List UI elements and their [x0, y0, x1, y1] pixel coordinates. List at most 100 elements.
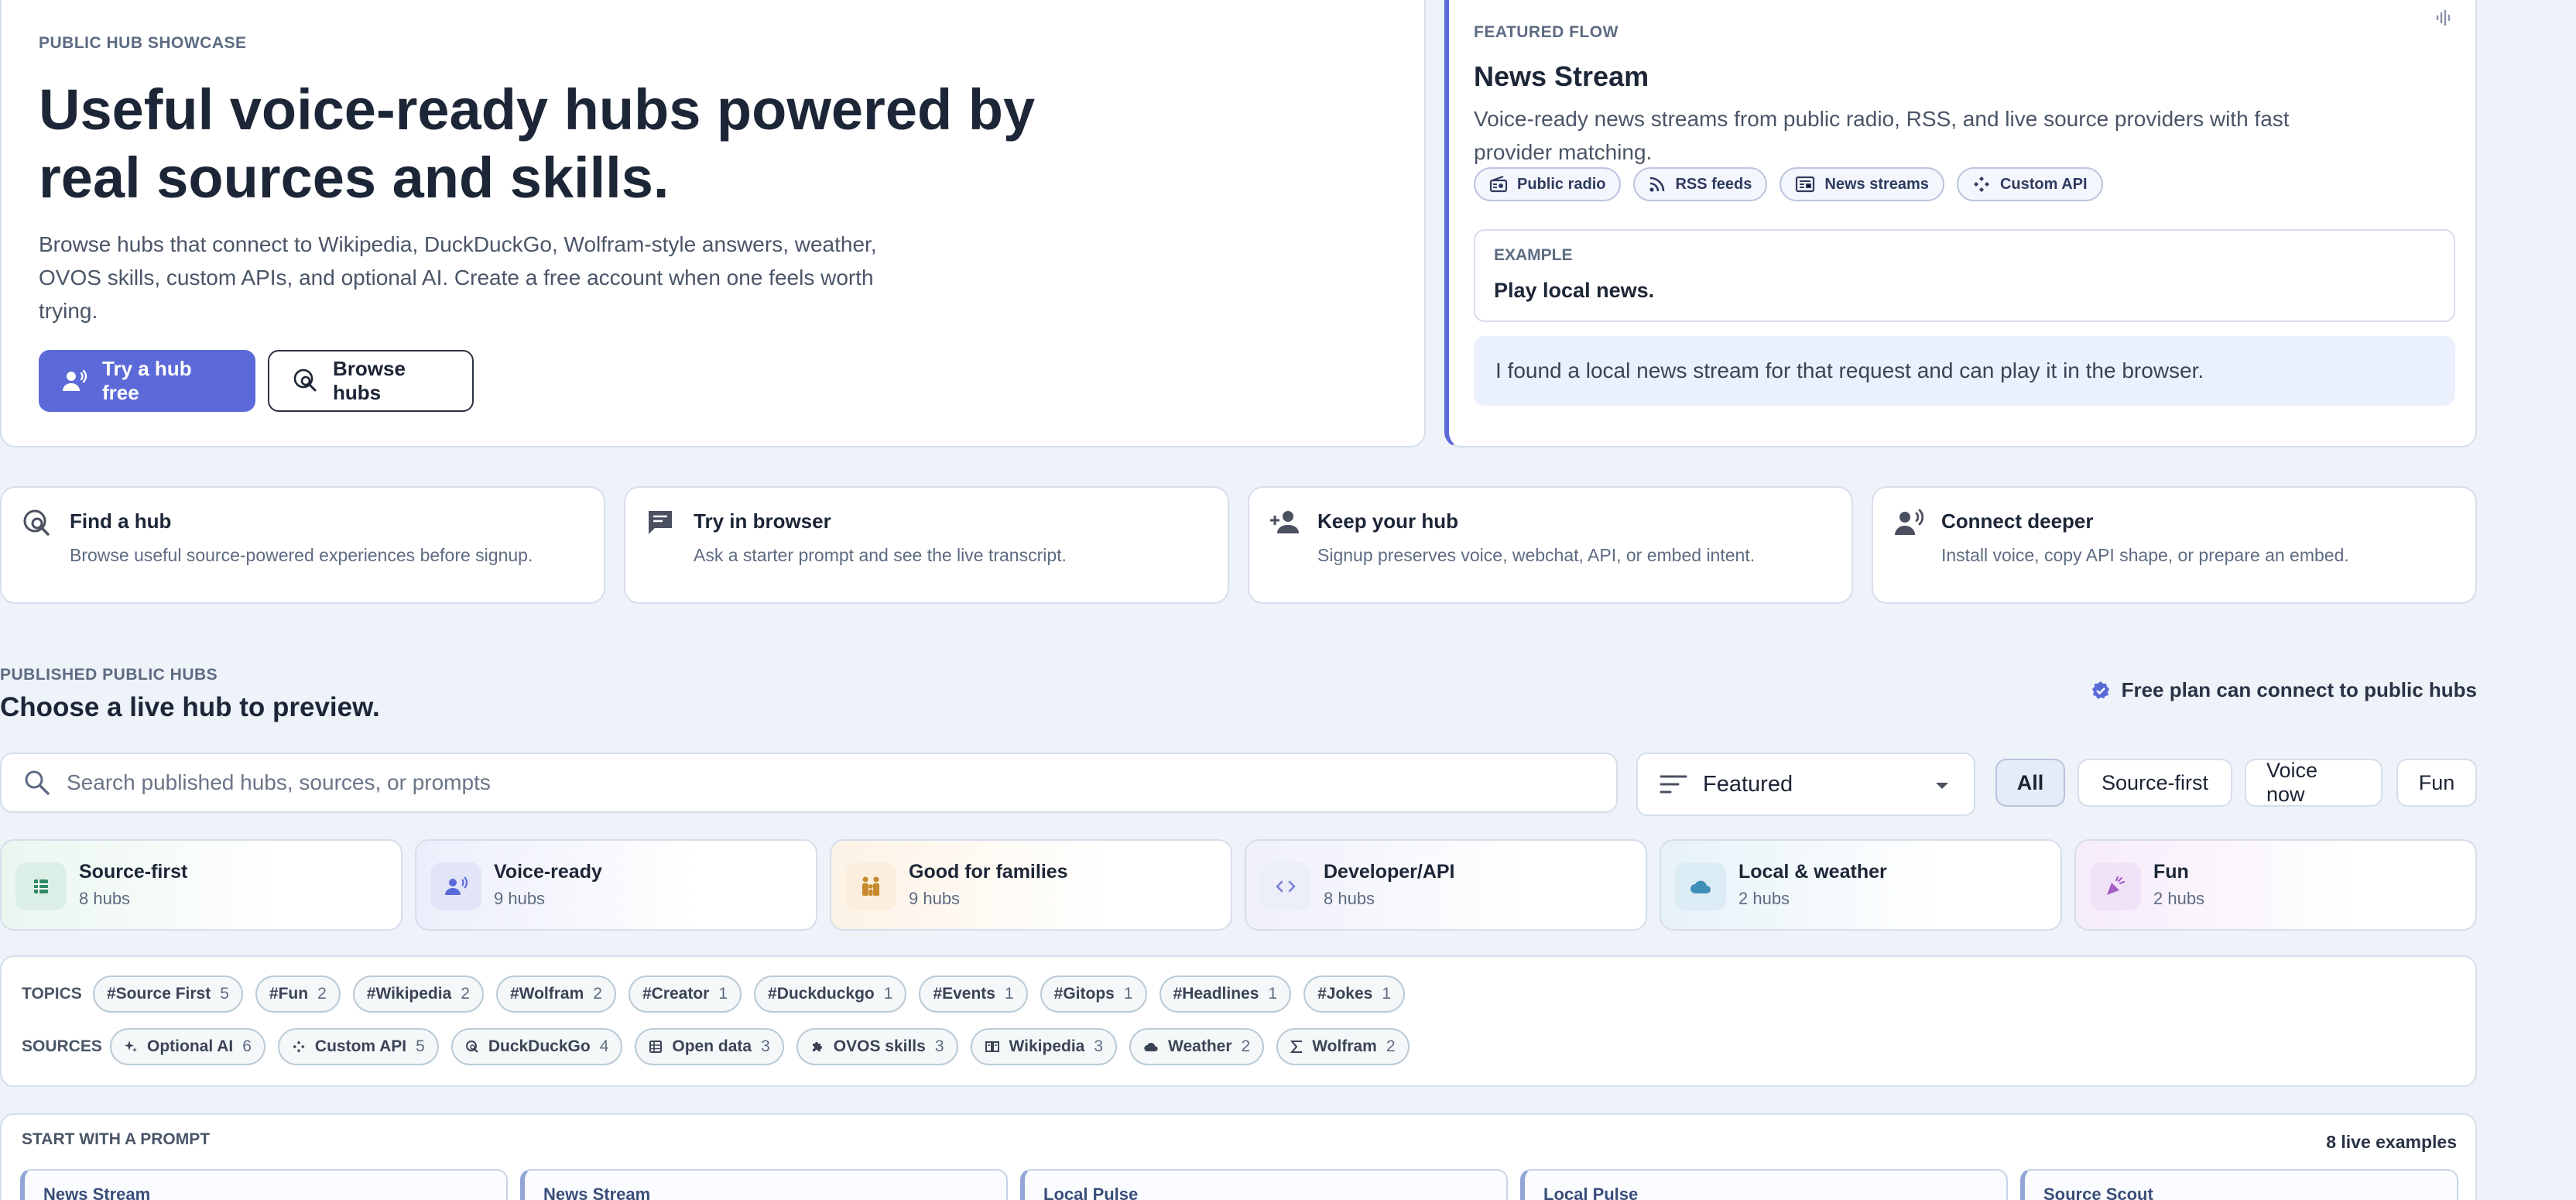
prompt-card[interactable]: Local Pulse — [1020, 1169, 1508, 1200]
travel-explore-icon — [293, 368, 319, 394]
chip-label: RSS feeds — [1675, 175, 1752, 193]
source-tag[interactable]: Open data 3 — [635, 1028, 784, 1065]
party-icon — [2090, 862, 2141, 910]
source-tag[interactable]: Optional AI 6 — [110, 1028, 265, 1065]
topic-tag[interactable]: #Jokes 1 — [1303, 975, 1406, 1013]
tag-count: 5 — [416, 1037, 425, 1055]
hero-card: PUBLIC HUB SHOWCASE Useful voice-ready h… — [0, 0, 1426, 447]
source-tag[interactable]: Weather 2 — [1129, 1028, 1265, 1065]
prompt-card[interactable]: News Stream — [20, 1169, 508, 1200]
hero-eyebrow: PUBLIC HUB SHOWCASE — [39, 34, 247, 52]
source-tag[interactable]: DuckDuckGo 4 — [450, 1028, 623, 1065]
step-find-hub: Find a hub Browse useful source-powered … — [0, 486, 605, 604]
featured-description: Voice-ready news streams from public rad… — [1474, 107, 2290, 164]
topic-tag[interactable]: #Duckduckgo 1 — [754, 975, 907, 1013]
category-voice-ready[interactable]: Voice-ready 9 hubs — [415, 839, 817, 931]
search-icon — [465, 1040, 479, 1054]
search-input[interactable] — [67, 770, 1537, 795]
tag-count: 2 — [593, 985, 602, 1003]
sort-icon — [1660, 774, 1687, 794]
sources-label: SOURCES — [22, 1037, 102, 1055]
chip-news-streams: News streams — [1780, 167, 1944, 201]
category-count: 8 hubs — [1324, 889, 1375, 908]
step-title: Find a hub — [70, 509, 172, 533]
source-tag[interactable]: Wikipedia 3 — [970, 1028, 1118, 1065]
filter-source-first[interactable]: Source-first — [2078, 759, 2232, 807]
category-title: Developer/API — [1324, 861, 1455, 883]
topic-tag[interactable]: #Fun 2 — [255, 975, 341, 1013]
topic-tag[interactable]: #Wolfram 2 — [495, 975, 616, 1013]
topic-tag[interactable]: #Wikipedia 2 — [352, 975, 484, 1013]
tag-count: 2 — [1386, 1037, 1396, 1055]
prompt-card-title: News Stream — [43, 1185, 151, 1200]
filter-fun[interactable]: Fun — [2396, 759, 2477, 807]
newspaper-icon — [1795, 176, 1815, 193]
step-title: Keep your hub — [1317, 509, 1459, 533]
tag-label: #Headlines — [1173, 985, 1259, 1003]
tag-count: 3 — [1094, 1037, 1104, 1055]
puzzle-icon — [810, 1040, 824, 1054]
category-fun[interactable]: Fun 2 hubs — [2074, 839, 2477, 931]
chip-label: Custom API — [1999, 175, 2088, 193]
person-add-icon — [1269, 508, 1302, 540]
example-box: EXAMPLE Play local news. — [1474, 229, 2455, 322]
category-count: 2 hubs — [2153, 889, 2205, 908]
chip-custom-api: Custom API — [1956, 167, 2103, 201]
category-count: 8 hubs — [79, 889, 131, 908]
search-box[interactable] — [0, 753, 1618, 813]
topic-tag[interactable]: #Source First 5 — [93, 975, 243, 1013]
tag-count: 6 — [242, 1037, 252, 1055]
source-tag[interactable]: Wolfram 2 — [1276, 1028, 1410, 1065]
topic-tag[interactable]: #Creator 1 — [628, 975, 742, 1013]
prompt-card[interactable]: Local Pulse — [1520, 1169, 2008, 1200]
filter-all[interactable]: All — [1995, 759, 2065, 807]
tags-card: TOPICS #Source First 5 #Fun 2 #Wikipedia 2 … — [0, 955, 2477, 1087]
tag-count: 1 — [1382, 985, 1392, 1003]
step-title: Try in browser — [694, 509, 831, 533]
category-title: Local & weather — [1738, 861, 1887, 883]
category-local-weather[interactable]: Local & weather 2 hubs — [1660, 839, 2062, 931]
tag-count: 2 — [1241, 1037, 1251, 1055]
api-icon — [1972, 175, 1991, 194]
tag-label: Wikipedia — [1009, 1037, 1085, 1055]
source-tag[interactable]: Custom API 5 — [277, 1028, 439, 1065]
tag-count: 2 — [317, 985, 327, 1003]
prompts-card: START WITH A PROMPT 8 live examples News… — [0, 1113, 2477, 1200]
category-good-for-families[interactable]: Good for families 9 hubs — [830, 839, 1232, 931]
graphic-eq-icon — [2435, 9, 2452, 30]
sparkle-icon — [124, 1040, 138, 1054]
search-icon — [23, 769, 51, 797]
chip-public-radio: Public radio — [1474, 167, 1622, 201]
browse-hubs-button[interactable]: Browse hubs — [268, 350, 474, 412]
prompt-card[interactable]: Source Scout — [2020, 1169, 2458, 1200]
source-tag[interactable]: OVOS skills 3 — [796, 1028, 958, 1065]
tag-label: #Source First — [107, 985, 211, 1003]
topic-tag[interactable]: #Headlines 1 — [1159, 975, 1292, 1013]
browse-hubs-label: Browse hubs — [333, 357, 406, 404]
published-eyebrow: PUBLISHED PUBLIC HUBS — [0, 666, 218, 684]
category-title: Good for families — [909, 861, 1068, 883]
tag-label: Weather — [1168, 1037, 1232, 1055]
tag-count: 2 — [461, 985, 470, 1003]
prompt-card[interactable]: News Stream — [520, 1169, 1008, 1200]
category-title: Voice-ready — [494, 861, 602, 883]
topic-tag[interactable]: #Events 1 — [919, 975, 1028, 1013]
category-developer-api[interactable]: Developer/API 8 hubs — [1245, 839, 1647, 931]
chat-icon — [646, 508, 677, 543]
tag-count: 3 — [761, 1037, 770, 1055]
tag-count: 1 — [883, 985, 893, 1003]
try-hub-button[interactable]: Try a hub free — [39, 350, 255, 412]
tag-count: 4 — [599, 1037, 609, 1055]
category-source-first[interactable]: Source-first 8 hubs — [0, 839, 402, 931]
verified-icon — [2091, 681, 2111, 701]
family-icon — [845, 862, 896, 910]
step-try-browser: Try in browser Ask a starter prompt and … — [624, 486, 1229, 604]
sort-select[interactable]: Featured — [1636, 753, 1975, 816]
topic-tag[interactable]: #Gitops 1 — [1040, 975, 1147, 1013]
tag-label: Optional AI — [147, 1037, 234, 1055]
voice-person-icon — [62, 369, 88, 393]
sort-selected: Featured — [1703, 771, 1793, 797]
example-response: I found a local news stream for that req… — [1474, 336, 2455, 406]
free-plan-label: Free plan can connect to public hubs — [2121, 678, 2477, 701]
filter-voice-now[interactable]: Voice now — [2245, 759, 2382, 807]
